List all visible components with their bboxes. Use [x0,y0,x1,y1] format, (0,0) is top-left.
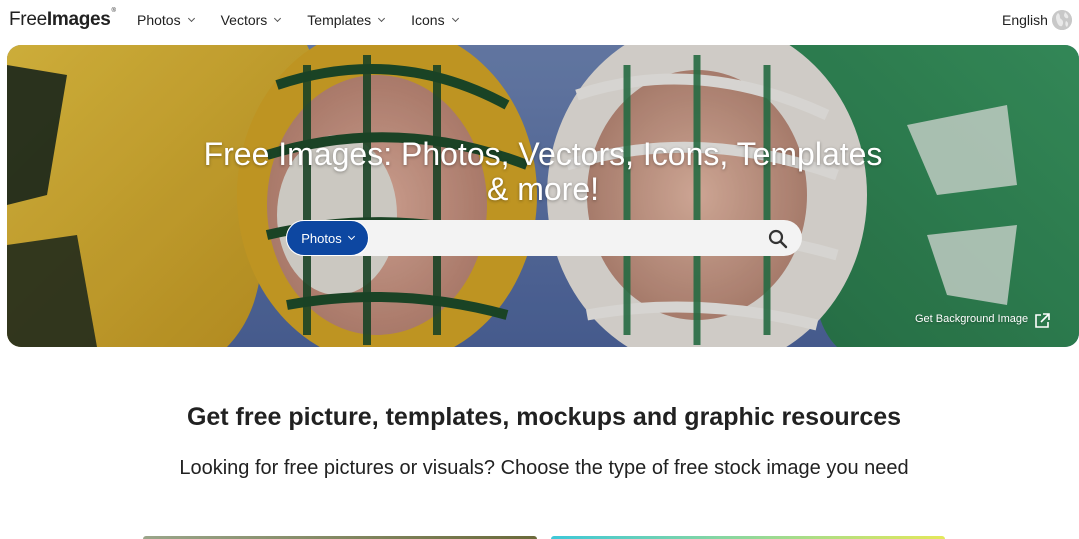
site-header: FreeImages ® Photos Vectors Templates Ico… [0,0,1079,42]
search-input[interactable] [376,220,746,256]
language-selector[interactable]: English [1002,12,1048,28]
hero-title: Free Images: Photos, Vectors, Icons, Tem… [7,137,1079,207]
nav-item-photos[interactable]: Photos [137,12,195,28]
hero-banner: Free Images: Photos, Vectors, Icons, Tem… [7,45,1079,347]
external-link-icon[interactable] [1034,313,1050,329]
hero-title-line-2: & more! [486,171,600,207]
chevron-down-icon [274,14,282,23]
nav-item-label: Vectors [220,12,268,28]
chevron-down-icon [347,232,355,241]
search-bar: Photos [286,220,802,256]
chevron-down-icon [451,14,459,23]
section-headline: Get free picture, templates, mockups and… [186,403,902,431]
search-type-dropdown[interactable]: Photos [286,220,369,256]
nav-item-icons[interactable]: Icons [411,12,459,28]
logo-registered-mark: ® [111,8,116,14]
chevron-down-icon [378,14,386,23]
logo[interactable]: FreeImages ® [9,8,116,31]
search-icon[interactable] [768,229,788,249]
nav-item-label: Templates [307,12,372,28]
nav-item-templates[interactable]: Templates [307,12,386,28]
nav-item-label: Icons [411,12,445,28]
get-background-image-link[interactable]: Get Background Image [915,313,1028,325]
hero-title-line-1: Free Images: Photos, Vectors, Icons, Tem… [203,136,883,172]
logo-text-images: Images [46,9,111,30]
section-subheadline: Looking for free pictures or visuals? Ch… [179,457,909,479]
search-type-label: Photos [301,230,342,246]
nav-item-label: Photos [137,12,181,28]
chevron-down-icon [187,14,195,23]
main-nav: Photos Vectors Templates Icons [137,12,485,28]
globe-icon[interactable] [1052,10,1072,30]
logo-text-free: Free [9,9,47,30]
nav-item-vectors[interactable]: Vectors [220,12,282,28]
